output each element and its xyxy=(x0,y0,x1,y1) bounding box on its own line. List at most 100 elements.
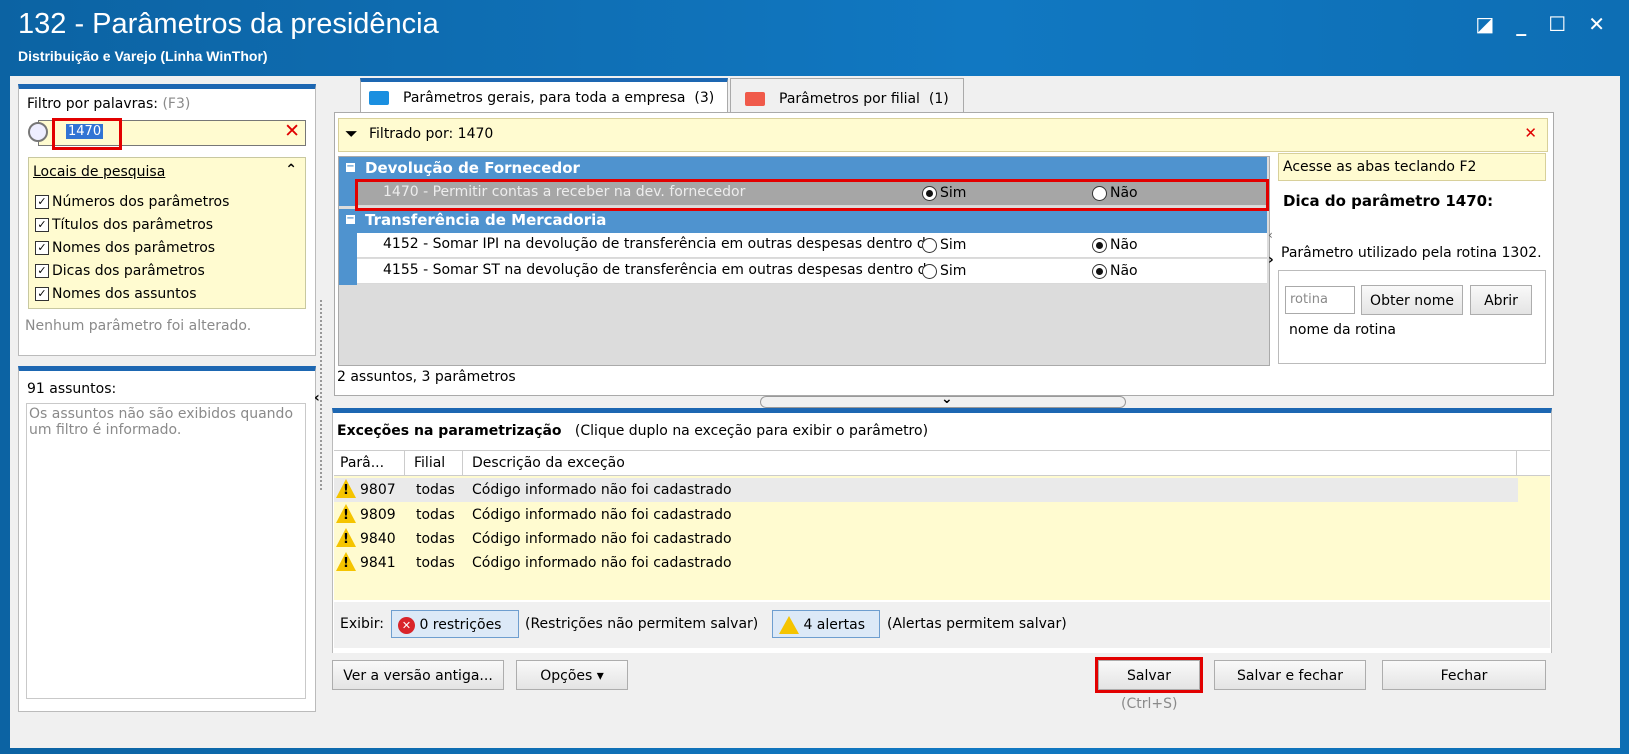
check-param-names[interactable]: ✓ Nomes dos parâmetros xyxy=(35,240,215,256)
app-window: 132 - Parâmetros da presidência Distribu… xyxy=(0,0,1629,754)
checkbox-icon[interactable]: ✓ xyxy=(35,287,49,301)
search-locations-title: Locais de pesquisa xyxy=(33,164,166,180)
check-label: Títulos dos parâmetros xyxy=(52,217,214,233)
chevron-left-icon[interactable]: ‹ xyxy=(314,390,320,406)
group-header-devolucao[interactable]: − Devolução de Fornecedor xyxy=(339,157,1267,181)
radio-nao[interactable]: Não xyxy=(1092,263,1138,279)
param-desc: 4155 - Somar ST na devolução de transfer… xyxy=(383,262,931,278)
window-subtitle: Distribuição e Varejo (Linha WinThor) xyxy=(18,48,268,64)
exception-param: 9840 xyxy=(360,531,396,547)
exceptions-table: Parâ... Filial Descrição da exceção 9807… xyxy=(334,450,1550,600)
exception-branch: todas xyxy=(416,482,455,498)
exceptions-header: Parâ... Filial Descrição da exceção xyxy=(334,450,1550,476)
alerts-button[interactable]: 4 alertas xyxy=(772,610,880,638)
param-row-4155[interactable]: 4155 - Somar ST na devolução de transfer… xyxy=(357,259,1267,284)
exceptions-subtitle: (Clique duplo na exceção para exibir o p… xyxy=(574,423,929,439)
exception-row[interactable]: 9809 todas Código informado não foi cada… xyxy=(334,503,1518,527)
folder-icon xyxy=(369,91,389,105)
col-param[interactable]: Parâ... xyxy=(340,455,384,471)
collapse-group-icon[interactable]: − xyxy=(346,162,355,172)
check-param-numbers[interactable]: ✓ Números dos parâmetros xyxy=(35,194,229,210)
checkbox-icon[interactable]: ✓ xyxy=(35,218,49,232)
checkbox-icon[interactable]: ✓ xyxy=(35,241,49,255)
warning-icon xyxy=(779,616,799,634)
exception-desc: Código informado não foi cadastrado xyxy=(472,482,732,498)
exception-branch: todas xyxy=(416,531,455,547)
clear-filtered-icon[interactable]: ✕ xyxy=(1524,124,1537,142)
maximize-button[interactable]: ☐ xyxy=(1548,12,1566,36)
exceptions-title: Exceções na parametrização xyxy=(337,423,562,439)
param-row-4152[interactable]: 4152 - Somar IPI na devolução de transfe… xyxy=(357,233,1267,258)
check-label: Nomes dos assuntos xyxy=(52,286,197,302)
folder-icon xyxy=(745,92,765,106)
check-label: Dicas dos parâmetros xyxy=(52,263,205,279)
checkbox-icon[interactable]: ✓ xyxy=(35,264,49,278)
subjects-note: Os assuntos não são exibidos quando um f… xyxy=(29,406,294,438)
chevron-up-icon[interactable]: ‹ xyxy=(1268,228,1273,242)
highlight-param-row xyxy=(355,179,1269,211)
check-subject-names[interactable]: ✓ Nomes dos assuntos xyxy=(35,286,197,302)
close-dialog-button[interactable]: Fechar xyxy=(1382,660,1546,690)
options-button[interactable]: Opções ▾ xyxy=(516,660,628,690)
vertical-splitter[interactable]: ‹ xyxy=(314,300,326,490)
tab-label: Parâmetros gerais, para toda a empresa xyxy=(403,90,686,106)
window-title: 132 - Parâmetros da presidência xyxy=(18,8,439,40)
col-description[interactable]: Descrição da exceção xyxy=(472,455,625,471)
collapse-group-icon[interactable]: − xyxy=(346,214,355,224)
collapse-icon[interactable]: ⌃ xyxy=(285,162,297,178)
routine-placeholder: rotina xyxy=(1290,292,1328,307)
open-button[interactable]: Abrir xyxy=(1470,285,1532,315)
exception-row[interactable]: 9841 todas Código informado não foi cada… xyxy=(334,551,1518,575)
close-button[interactable]: ✕ xyxy=(1588,12,1605,36)
check-param-tips[interactable]: ✓ Dicas dos parâmetros xyxy=(35,263,205,279)
check-label: Números dos parâmetros xyxy=(52,194,230,210)
tab-general-params[interactable]: Parâmetros gerais, para toda a empresa (… xyxy=(360,78,728,114)
tip-title: Dica do parâmetro 1470: xyxy=(1283,192,1494,210)
save-close-button[interactable]: Salvar e fechar xyxy=(1214,660,1366,690)
radio-nao[interactable]: Não xyxy=(1092,237,1138,253)
filter-label-text: Filtro por palavras: xyxy=(27,96,158,112)
filtered-by-bar: ⏷ Filtrado por: 1470 ✕ xyxy=(338,118,1548,152)
checkbox-icon[interactable]: ✓ xyxy=(35,195,49,209)
alerts-label: 4 alertas xyxy=(803,617,866,633)
routine-panel: rotina Obter nome Abrir nome da rotina xyxy=(1278,270,1546,364)
get-name-button[interactable]: Obter nome xyxy=(1361,285,1463,315)
tab-branch-params[interactable]: Parâmetros por filial (1) xyxy=(730,78,964,113)
restrictions-note: (Restrições não permitem salvar) xyxy=(525,616,759,632)
filter-label: Filtro por palavras: (F3) xyxy=(27,96,190,112)
warning-icon xyxy=(336,552,356,571)
group-header-transferencia[interactable]: − Transferência de Mercadoria xyxy=(339,209,1267,233)
funnel-icon: ⏷ xyxy=(345,124,358,143)
restrictions-button[interactable]: ✕ 0 restrições xyxy=(391,610,519,638)
window-controls: ◪ _ ☐ ✕ xyxy=(1475,12,1605,36)
chevron-down-icon[interactable]: ⌄ xyxy=(941,391,953,407)
radio-sim[interactable]: Sim xyxy=(922,237,966,253)
old-version-button[interactable]: Ver a versão antiga... xyxy=(332,660,504,690)
show-label: Exibir: xyxy=(340,616,385,632)
routine-input[interactable]: rotina xyxy=(1285,286,1355,314)
tab-label: Parâmetros por filial xyxy=(779,91,920,107)
search-icon xyxy=(28,122,48,142)
clear-filter-icon[interactable]: ✕ xyxy=(284,120,300,142)
exception-row[interactable]: 9840 todas Código informado não foi cada… xyxy=(334,527,1518,551)
group-title: Devolução de Fornecedor xyxy=(365,159,580,177)
exception-row[interactable]: 9807 todas Código informado não foi cada… xyxy=(334,478,1518,502)
radio-label: Sim xyxy=(940,263,967,279)
check-param-titles[interactable]: ✓ Títulos dos parâmetros xyxy=(35,217,213,233)
radio-sim[interactable]: Sim xyxy=(922,263,966,279)
minimize-button[interactable]: _ xyxy=(1516,12,1526,36)
tab-hint-text: Acesse as abas teclando F2 xyxy=(1283,159,1477,175)
exception-param: 9841 xyxy=(360,555,396,571)
tab-count: (1) xyxy=(928,91,949,107)
exceptions-heading: Exceções na parametrização (Clique duplo… xyxy=(337,423,928,439)
radio-label: Sim xyxy=(940,237,967,253)
col-branch[interactable]: Filial xyxy=(414,455,445,471)
check-label: Nomes dos parâmetros xyxy=(52,240,216,256)
highlight-save xyxy=(1095,657,1203,693)
restore-icon[interactable]: ◪ xyxy=(1475,12,1494,36)
exception-branch: todas xyxy=(416,507,455,523)
tab-hint: Acesse as abas teclando F2 xyxy=(1278,153,1546,181)
horizontal-splitter[interactable]: ⌄ xyxy=(760,391,1126,408)
chevron-right-icon[interactable]: › xyxy=(1268,252,1274,268)
warning-icon xyxy=(336,479,356,498)
